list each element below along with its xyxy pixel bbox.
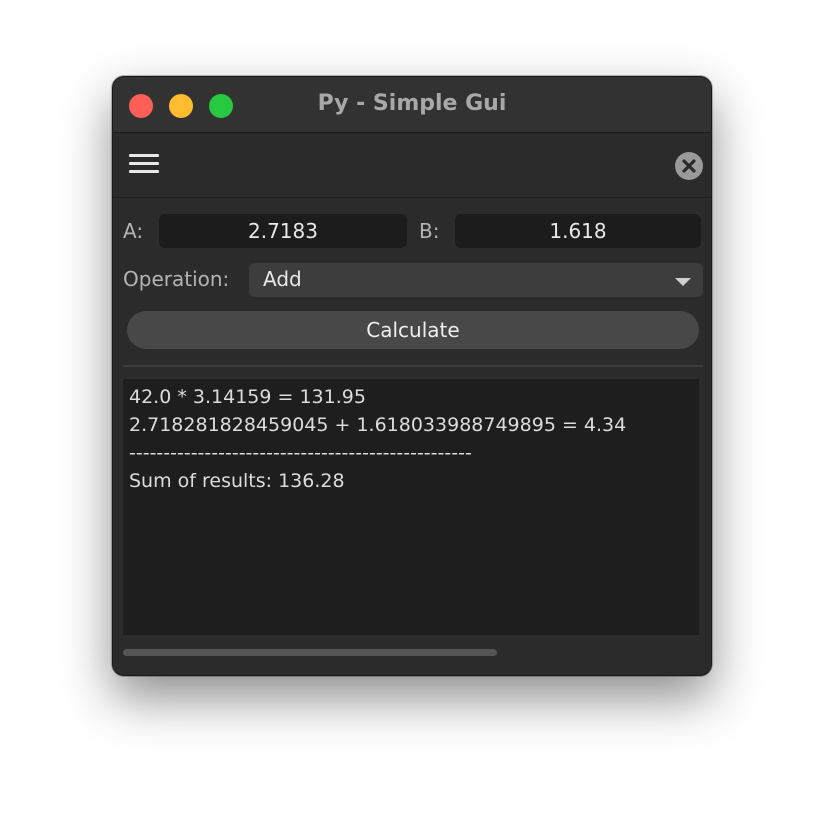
output-line: 2.718281828459045 + 1.618033988749895 = … [129, 414, 627, 436]
horizontal-scrollbar[interactable] [123, 649, 497, 656]
operation-label: Operation: [123, 267, 230, 291]
separator [123, 365, 703, 367]
title-bar[interactable]: Py - Simple Gui [113, 77, 711, 133]
output-line: ----------------------------------------… [129, 442, 472, 464]
output-line: Sum of results: 136.28 [129, 470, 345, 492]
output-textbox[interactable]: 42.0 * 3.14159 = 131.95 2.718281828459045… [123, 379, 699, 635]
operation-select[interactable]: Add [249, 263, 703, 297]
operation-selected-value: Add [263, 267, 302, 291]
output-line: 42.0 * 3.14159 = 131.95 [129, 386, 366, 408]
a-input[interactable] [159, 214, 407, 248]
toolbar [113, 134, 711, 198]
chevron-down-icon [675, 278, 691, 286]
a-label: A: [123, 219, 144, 243]
window-title: Py - Simple Gui [317, 91, 507, 116]
app-window: Py - Simple Gui A: B: Operation: Add Cal… [112, 76, 712, 676]
calculate-button[interactable]: Calculate [127, 311, 699, 349]
b-label: B: [419, 219, 440, 243]
hamburger-menu-icon[interactable] [129, 154, 159, 176]
close-circle-icon[interactable] [675, 152, 703, 180]
b-input[interactable] [455, 214, 701, 248]
